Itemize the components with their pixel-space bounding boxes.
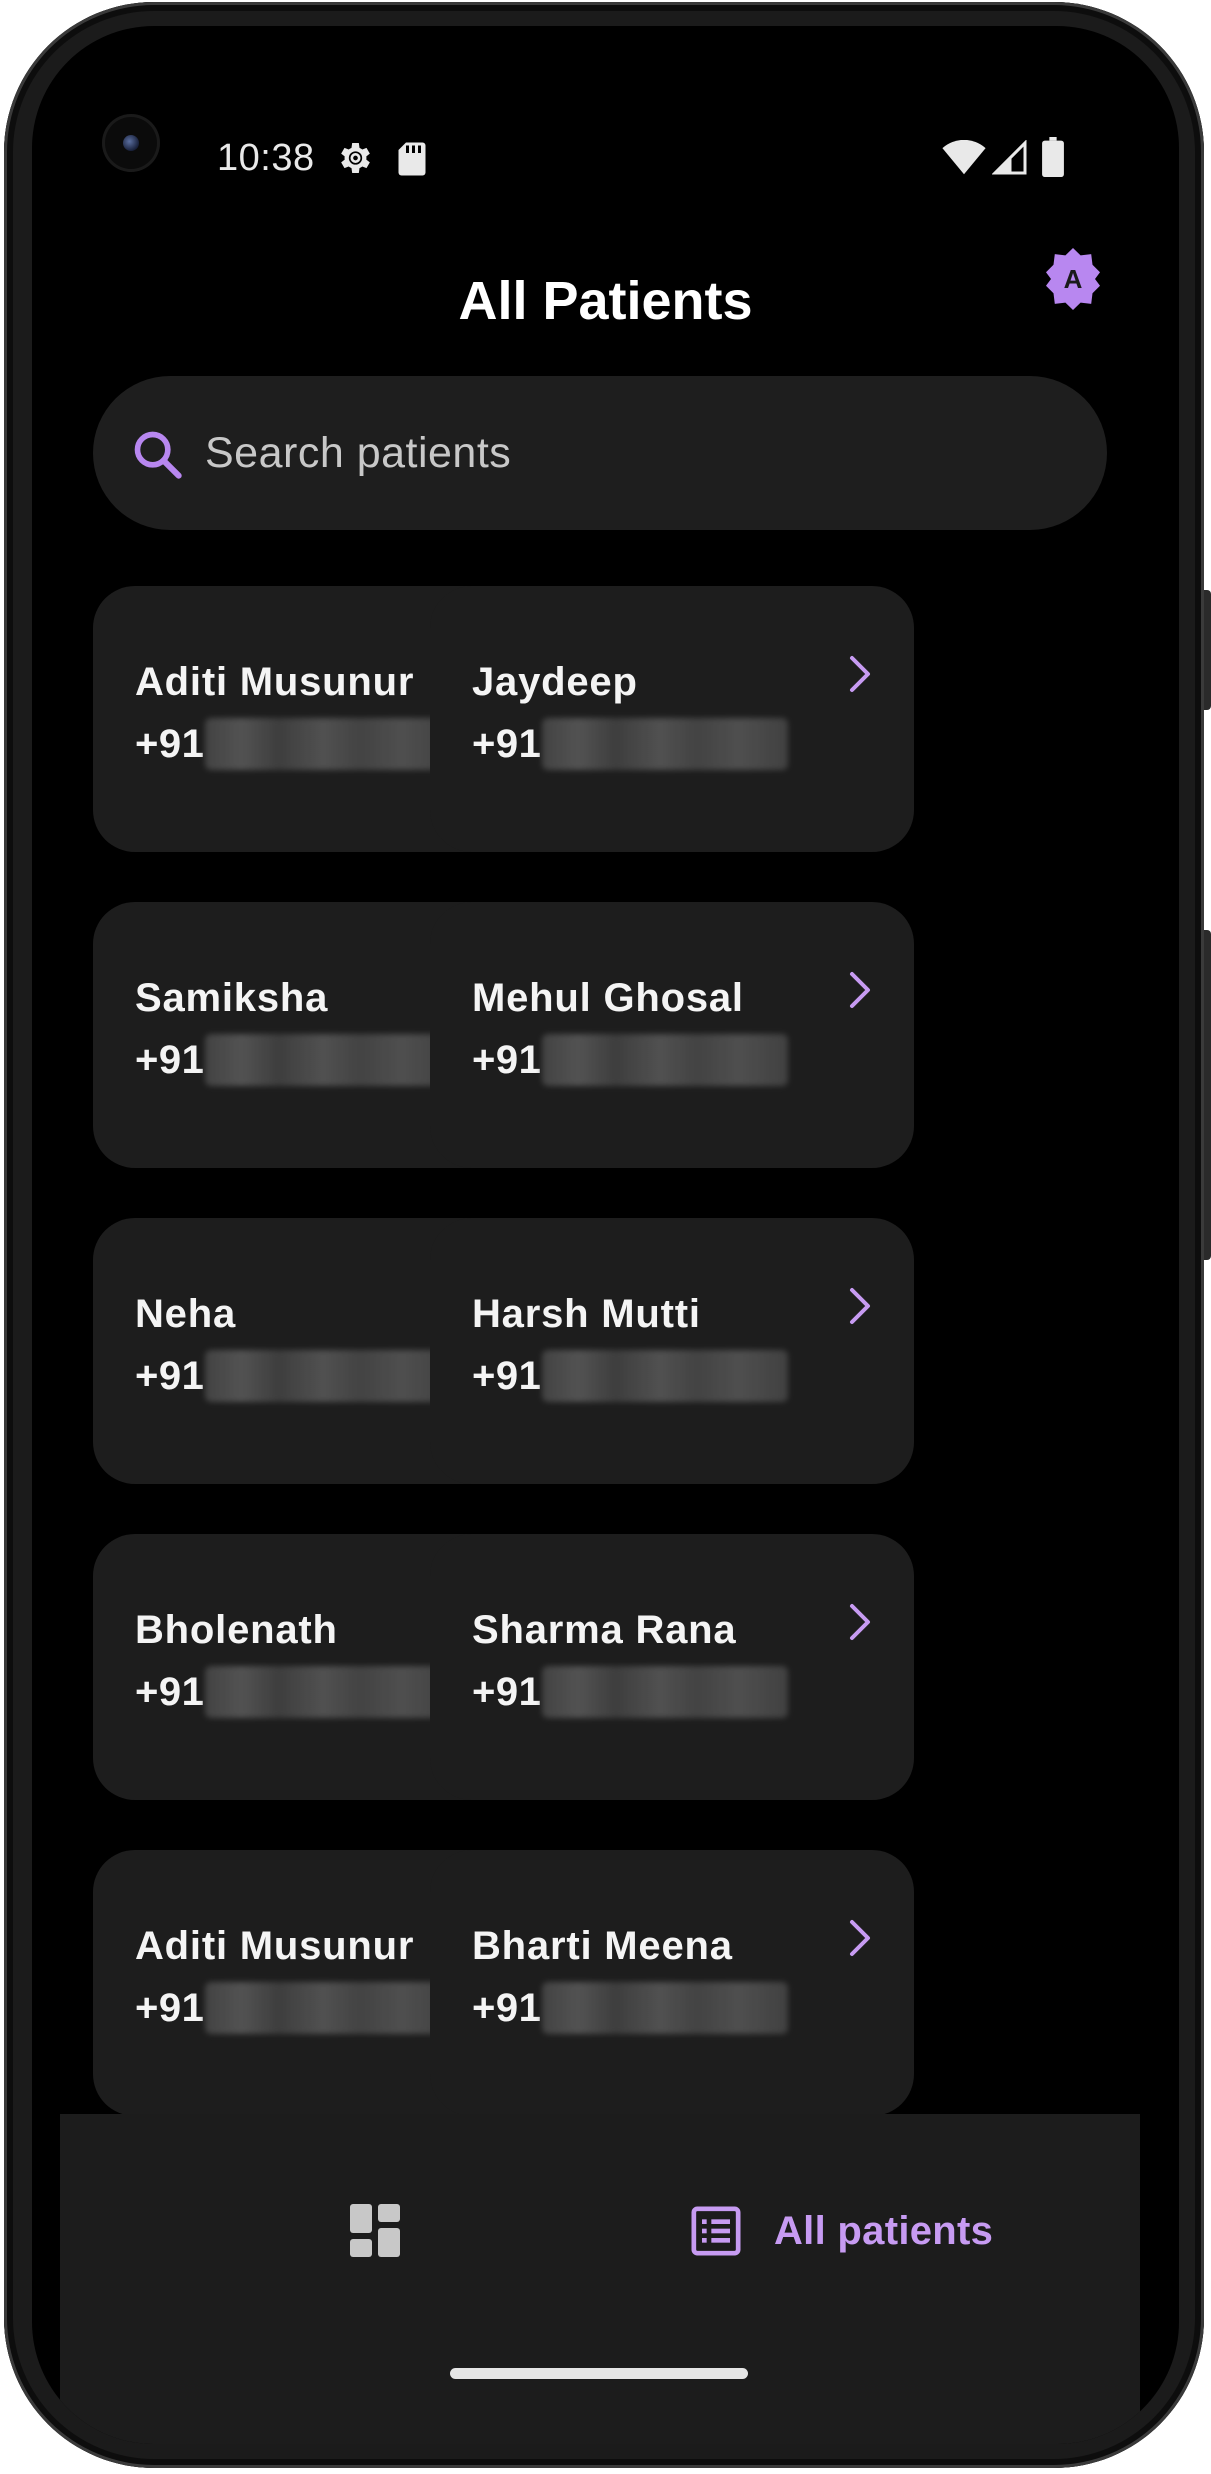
sd-card-icon: [398, 142, 426, 176]
power-button: [1203, 590, 1211, 710]
bottom-navigation-bar: All patients: [60, 2114, 1140, 2444]
front-camera: [102, 114, 160, 172]
patient-card[interactable]: Sharma Rana +91: [430, 1534, 914, 1800]
patient-name: Samiksha: [135, 976, 329, 1020]
nav-all-patients[interactable]: All patients: [688, 2184, 993, 2278]
search-input[interactable]: [203, 412, 1057, 494]
patient-phone-redacted: [542, 1666, 788, 1718]
chevron-right-icon: [850, 1288, 870, 1324]
patient-name: Bholenath: [135, 1608, 338, 1652]
home-indicator: [450, 2368, 748, 2379]
patient-phone-redacted: [205, 1982, 451, 2034]
patient-phone-redacted: [542, 1982, 788, 2034]
patient-phone-prefix: +91: [472, 1670, 542, 1714]
patient-phone-prefix: +91: [472, 1986, 542, 2030]
status-time: 10:38: [217, 137, 315, 179]
patient-phone-prefix: +91: [472, 722, 542, 766]
patient-phone-prefix: +91: [135, 1670, 205, 1714]
page-title: All Patients: [458, 271, 753, 331]
volume-button: [1203, 930, 1211, 1260]
list-icon: [691, 2206, 741, 2256]
patient-card[interactable]: Harsh Mutti +91: [430, 1218, 914, 1484]
patient-name: Sharma Rana: [472, 1608, 737, 1652]
wifi-icon: [942, 140, 986, 175]
patient-phone-prefix: +91: [472, 1354, 542, 1398]
patient-phone-prefix: +91: [135, 1354, 205, 1398]
settings-gear-icon: [341, 143, 370, 173]
patient-phone-prefix: +91: [472, 1038, 542, 1082]
app-screen: 10:38 All Patients A Search patients Adi…: [32, 26, 1179, 2444]
patient-name: Aditi Musunur: [135, 1924, 415, 1968]
dashboard-icon[interactable]: [328, 2184, 422, 2278]
cell-signal-icon: [992, 140, 1027, 175]
patient-name: Bharti Meena: [472, 1924, 733, 1968]
battery-icon: [1042, 137, 1064, 177]
patient-phone-redacted: [205, 718, 451, 770]
patient-name: Mehul Ghosal: [472, 976, 744, 1020]
search-icon: [134, 431, 182, 479]
patient-phone-prefix: +91: [135, 1038, 205, 1082]
patient-phone-redacted: [542, 718, 788, 770]
patient-phone-redacted: [205, 1666, 451, 1718]
patient-phone-redacted: [205, 1034, 451, 1086]
patient-phone-redacted: [542, 1350, 788, 1402]
patient-name: Harsh Mutti: [472, 1292, 701, 1336]
phone-device: 10:38 All Patients A Search patients Adi…: [0, 0, 1211, 2474]
chevron-right-icon: [850, 1920, 870, 1956]
chevron-right-icon: [850, 656, 870, 692]
patient-phone-redacted: [542, 1034, 788, 1086]
search-bar[interactable]: [93, 376, 1107, 530]
profile-badge-letter: A: [1064, 264, 1083, 294]
patient-name: Jaydeep: [472, 660, 638, 704]
patient-card[interactable]: Mehul Ghosal +91: [430, 902, 914, 1168]
patient-card[interactable]: Bharti Meena +91: [430, 1850, 914, 2116]
chevron-right-icon: [850, 972, 870, 1008]
patient-phone-prefix: +91: [135, 1986, 205, 2030]
patient-name: Neha: [135, 1292, 237, 1336]
nav-all-patients-label: All patients: [774, 2208, 994, 2253]
patient-phone-prefix: +91: [135, 722, 205, 766]
patient-card[interactable]: Jaydeep +91: [430, 586, 914, 852]
chevron-right-icon: [850, 1604, 870, 1640]
profile-badge-icon[interactable]: A: [1040, 246, 1106, 312]
patient-phone-redacted: [205, 1350, 451, 1402]
patient-name: Aditi Musunur: [135, 660, 415, 704]
